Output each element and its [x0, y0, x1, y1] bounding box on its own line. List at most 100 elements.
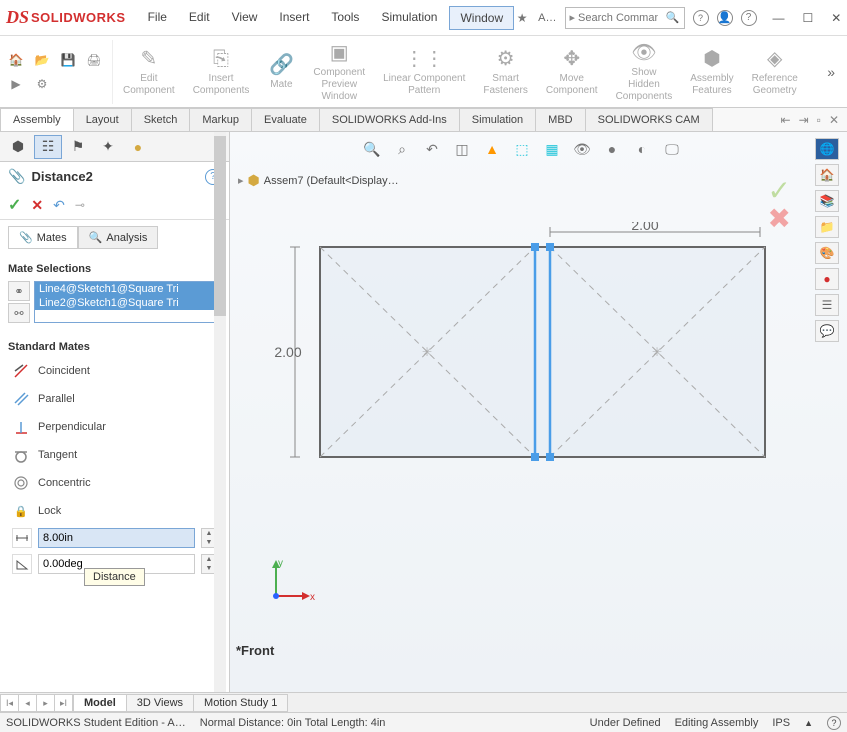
mate-perpendicular[interactable]: Perpendicular	[8, 413, 221, 441]
status-help-icon[interactable]: ?	[827, 716, 841, 730]
entity-select-icon[interactable]: ⚭	[8, 281, 30, 301]
ribbon-show-hidden[interactable]: 👁Show Hidden Components	[608, 40, 681, 104]
panel-tab-dim-icon[interactable]: ✦	[94, 135, 122, 159]
ribbon-linear-pattern[interactable]: ⋮⋮Linear Component Pattern	[375, 40, 473, 104]
menu-file[interactable]: File	[138, 6, 177, 30]
star-icon[interactable]: ★	[514, 10, 530, 26]
save-icon[interactable]: 💾	[58, 50, 78, 70]
panel-tab-appearance-icon[interactable]: ●	[124, 135, 152, 159]
new-doc-icon[interactable]: 🏠	[6, 50, 26, 70]
tab-assembly[interactable]: Assembly	[0, 108, 74, 131]
zoom-fit-icon[interactable]: 🔍	[360, 138, 384, 160]
selection-item[interactable]: Line4@Sketch1@Square Tri	[35, 282, 220, 296]
distance-input[interactable]	[38, 528, 195, 548]
menu-tools[interactable]: Tools	[321, 6, 369, 30]
ribbon-component-preview[interactable]: ▣Component Preview Window	[305, 40, 373, 104]
pm-tab-analysis[interactable]: 🔍Analysis	[78, 226, 159, 249]
viewport-cancel-icon[interactable]: ✖	[768, 202, 791, 235]
status-units[interactable]: IPS	[772, 717, 790, 729]
menu-window[interactable]: Window	[449, 6, 514, 30]
file-explorer-icon[interactable]: 📚	[815, 190, 839, 212]
ribbon-insert-components[interactable]: ⎘Insert Components	[185, 40, 258, 104]
selection-list[interactable]: Line4@Sketch1@Square Tri Line2@Sketch1@S…	[34, 281, 221, 323]
pm-undo-button[interactable]: ↶	[53, 197, 65, 214]
btm-tab-model[interactable]: Model	[73, 694, 127, 712]
menu-simulation[interactable]: Simulation	[371, 6, 447, 30]
selection-item[interactable]: Line2@Sketch1@Square Tri	[35, 296, 220, 310]
panel-scrollbar[interactable]	[214, 132, 226, 692]
view-settings-icon[interactable]: 🖵	[660, 138, 684, 160]
doc-expand-icon[interactable]: ⇥	[799, 113, 809, 127]
multi-mate-icon[interactable]: ⚯	[8, 303, 30, 323]
scene-icon[interactable]: ◐	[630, 138, 654, 160]
hide-show-icon[interactable]: 👁	[570, 138, 594, 160]
print-icon[interactable]: 🖨	[84, 50, 104, 70]
mate-coincident[interactable]: Coincident	[8, 357, 221, 385]
mate-concentric[interactable]: Concentric	[8, 469, 221, 497]
graphics-viewport[interactable]: 🔍 ⌕ ↶ ◫ ▲ ⬚ ▦ 👁 ● ◐ 🖵 ▸ ⬢ Assem7 (Defaul…	[230, 132, 847, 692]
tab-cam[interactable]: SOLIDWORKS CAM	[585, 108, 713, 131]
search-input[interactable]	[578, 12, 658, 24]
display-style-icon[interactable]: ▦	[540, 138, 564, 160]
mate-lock[interactable]: 🔒Lock	[8, 497, 221, 525]
panel-tab-pm-icon[interactable]: ☷	[34, 135, 62, 159]
search-icon[interactable]: 🔍	[666, 11, 680, 24]
tab-addins[interactable]: SOLIDWORKS Add-Ins	[319, 108, 460, 131]
whatsnew-icon[interactable]: ?	[741, 10, 757, 26]
ribbon-smart-fasteners[interactable]: ⚙Smart Fasteners	[475, 40, 535, 104]
tree-expand-icon[interactable]: ▸	[238, 174, 244, 187]
menu-view[interactable]: View	[222, 6, 268, 30]
ribbon-edit-component[interactable]: ✎Edit Component	[115, 40, 183, 104]
btm-tab-motion[interactable]: Motion Study 1	[193, 694, 288, 712]
appearances-icon[interactable]: 🎨	[815, 242, 839, 264]
mate-parallel[interactable]: Parallel	[8, 385, 221, 413]
custom-props-icon[interactable]: ●	[815, 268, 839, 290]
ribbon-reference-geometry[interactable]: ◈Reference Geometry	[744, 40, 806, 104]
ribbon-mate[interactable]: 🔗Mate	[259, 40, 303, 104]
pm-pin-button[interactable]: ⊸	[75, 198, 85, 212]
doc-close-icon[interactable]: ✕	[829, 113, 839, 127]
comment-icon[interactable]: 💬	[815, 320, 839, 342]
orientation-triad[interactable]: y x	[256, 556, 316, 616]
tab-last-icon[interactable]: ▸I	[55, 695, 73, 711]
resources-icon[interactable]: 🌐	[815, 138, 839, 160]
minimize-button[interactable]: —	[773, 11, 785, 25]
mate-tangent[interactable]: Tangent	[8, 441, 221, 469]
rebuild-icon[interactable]: ▶	[6, 74, 26, 94]
section-view-icon[interactable]: ◫	[450, 138, 474, 160]
tab-mbd[interactable]: MBD	[535, 108, 585, 131]
tab-first-icon[interactable]: I◂	[1, 695, 19, 711]
appearance-icon[interactable]: ●	[600, 138, 624, 160]
tab-sketch[interactable]: Sketch	[131, 108, 191, 131]
tab-markup[interactable]: Markup	[189, 108, 252, 131]
tab-simulation[interactable]: Simulation	[459, 108, 536, 131]
pm-tab-mates[interactable]: 📎Mates	[8, 226, 78, 249]
zoom-area-icon[interactable]: ⌕	[390, 138, 414, 160]
dynamic-annotation-icon[interactable]: ▲	[480, 138, 504, 160]
doc-restore-icon[interactable]: ▫	[817, 113, 821, 127]
options-icon[interactable]: ⚙	[32, 74, 52, 94]
design-library-icon[interactable]: 🏠	[815, 164, 839, 186]
ribbon-assembly-features[interactable]: ⬢Assembly Features	[682, 40, 741, 104]
forum-icon[interactable]: ☰	[815, 294, 839, 316]
command-search[interactable]: ▸ 🔍	[565, 7, 685, 29]
status-arrow-icon[interactable]: ▲	[804, 718, 813, 728]
menu-edit[interactable]: Edit	[179, 6, 220, 30]
prev-view-icon[interactable]: ↶	[420, 138, 444, 160]
menu-insert[interactable]: Insert	[269, 6, 319, 30]
tab-evaluate[interactable]: Evaluate	[251, 108, 320, 131]
help-dropdown-icon[interactable]: ?	[693, 10, 709, 26]
view-palette-icon[interactable]: 📁	[815, 216, 839, 238]
tab-next-icon[interactable]: ▸	[37, 695, 55, 711]
distance-icon[interactable]	[12, 528, 32, 548]
pm-ok-button[interactable]: ✓	[8, 195, 21, 215]
user-icon[interactable]: 👤	[717, 10, 733, 26]
panel-tab-config-icon[interactable]: ⚑	[64, 135, 92, 159]
maximize-button[interactable]: ☐	[803, 11, 814, 25]
open-icon[interactable]: 📂	[32, 50, 52, 70]
view-orientation-icon[interactable]: ⬚	[510, 138, 534, 160]
tab-layout[interactable]: Layout	[73, 108, 132, 131]
pm-cancel-button[interactable]: ✕	[31, 197, 43, 214]
panel-tab-feature-icon[interactable]: ⬢	[4, 135, 32, 159]
btm-tab-3dviews[interactable]: 3D Views	[126, 694, 194, 712]
